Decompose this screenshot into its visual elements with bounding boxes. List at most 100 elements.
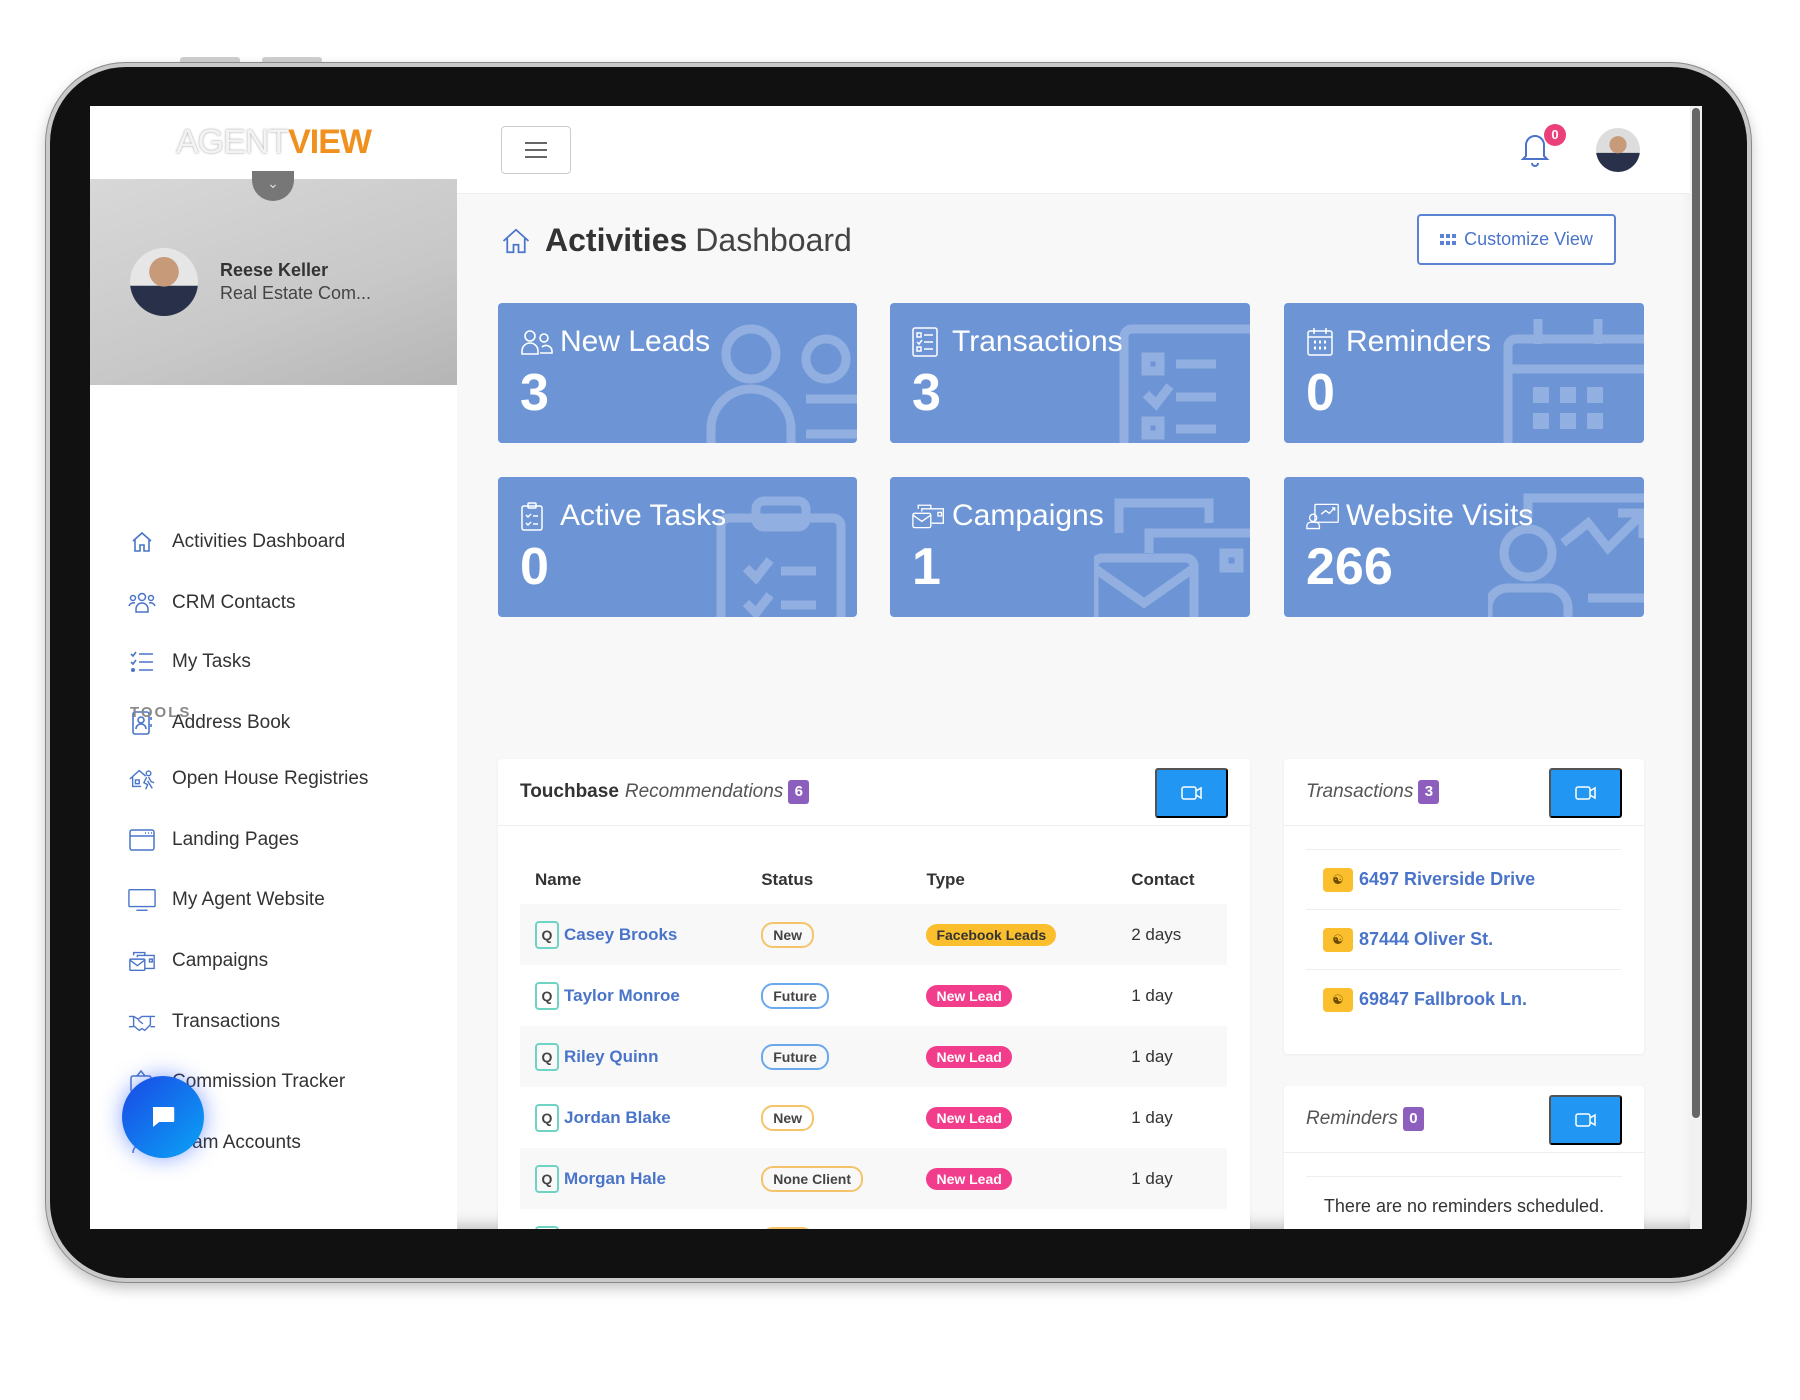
column-header-name[interactable]: Name xyxy=(520,856,746,904)
home-icon xyxy=(502,228,530,253)
users-watermark-icon xyxy=(706,324,857,443)
contact-name-link[interactable]: Morgan Hale xyxy=(564,1169,666,1188)
quick-view-icon[interactable]: Q xyxy=(535,1164,559,1193)
quick-view-icon[interactable]: Q xyxy=(535,1042,559,1071)
table-row[interactable]: Q Morgan Hale None Client New Lead 1 day xyxy=(520,1148,1227,1209)
quick-view-icon[interactable]: Q xyxy=(535,1225,559,1229)
avatar[interactable] xyxy=(130,248,198,316)
sidebar-item-my-agent-website[interactable]: My Agent Website xyxy=(128,885,325,915)
column-header-contact[interactable]: Contact xyxy=(1116,856,1227,904)
stat-card-active-tasks[interactable]: Active Tasks 0 xyxy=(498,477,857,617)
table-row[interactable]: Q Riley Quinn Future New Lead 1 day xyxy=(520,1026,1227,1087)
user-avatar[interactable] xyxy=(1596,128,1640,172)
transaction-link[interactable]: 87444 Oliver St. xyxy=(1359,929,1493,950)
status-badge: None Client xyxy=(761,1165,863,1192)
tools-heading: TOOLS xyxy=(130,704,192,721)
contact-name-link[interactable]: Jordan Blake xyxy=(564,1108,671,1127)
column-header-status[interactable]: Status xyxy=(746,856,911,904)
cell-contact: 5 days xyxy=(1116,1209,1227,1229)
sidebar-item-label: My Tasks xyxy=(172,651,251,672)
transaction-item[interactable]: ☯ 69847 Fallbrook Ln. xyxy=(1306,969,1621,1029)
status-badge: New xyxy=(761,921,815,948)
video-camera-icon xyxy=(1574,786,1596,800)
contact-name-link[interactable]: Riley Quinn xyxy=(564,1047,658,1066)
page-title-rest: Dashboard xyxy=(695,222,852,258)
cell-status: New xyxy=(746,904,912,965)
cell-status: None Client xyxy=(746,1148,912,1209)
contact-name-link[interactable]: Casey Brooks xyxy=(564,925,677,944)
handshake-icon: ☯ xyxy=(1323,987,1353,1012)
stat-card-new-leads[interactable]: New Leads 3 xyxy=(498,303,857,443)
chevron-down-icon[interactable]: ⌄ xyxy=(252,171,294,201)
logo-text: AGENT xyxy=(175,123,289,161)
sidebar-item-campaigns[interactable]: Campaigns xyxy=(128,946,268,976)
type-badge: Facebook Leads xyxy=(926,923,1057,946)
handshake-icon: ☯ xyxy=(1323,867,1353,892)
reminders-panel: Reminders 0 There are no reminders schedu… xyxy=(1284,1086,1644,1229)
stat-card-reminders[interactable]: Reminders 0 xyxy=(1284,303,1644,443)
stat-label: Campaigns xyxy=(952,499,1104,532)
video-camera-icon xyxy=(1180,786,1202,800)
cell-contact: 2 days xyxy=(1116,904,1227,965)
stat-value: 3 xyxy=(520,364,549,422)
cell-type: Buyer xyxy=(911,1209,1116,1229)
table-row[interactable]: Q Casey Brooks New Facebook Leads 2 days xyxy=(520,904,1227,965)
transactions-video-button[interactable] xyxy=(1549,768,1622,818)
app-logo[interactable]: AGENT VIEW xyxy=(90,106,457,179)
status-badge: Future xyxy=(761,1043,829,1070)
quick-view-icon[interactable]: Q xyxy=(535,920,559,949)
quick-view-icon[interactable]: Q xyxy=(535,1103,559,1132)
monitor-icon xyxy=(128,888,156,912)
open-house-icon xyxy=(128,767,156,791)
reminders-video-button[interactable] xyxy=(1549,1095,1622,1145)
transaction-item[interactable]: ☯ 6497 Riverside Drive xyxy=(1306,849,1621,909)
table-row[interactable]: Q Jordan Blake New New Lead 1 day xyxy=(520,1087,1227,1148)
cell-type: New Lead xyxy=(911,965,1116,1026)
stat-card-website-visits[interactable]: Website Visits 266 xyxy=(1284,477,1644,617)
customize-view-button[interactable]: Customize View xyxy=(1417,214,1616,265)
stat-value: 266 xyxy=(1306,538,1393,596)
scrollbar-thumb[interactable] xyxy=(1692,108,1700,1118)
table-row[interactable]: Q Taylor Monroe Future New Lead 1 day xyxy=(520,965,1227,1026)
sidebar-item-activities-dashboard[interactable]: Activities Dashboard xyxy=(128,527,345,557)
sidebar-item-open-house-registries[interactable]: Open House Registries xyxy=(128,764,368,794)
browser-window-icon xyxy=(128,828,156,852)
checklist-icon xyxy=(128,650,156,674)
table-row[interactable]: QAlex Winters New Buyer 5 days xyxy=(520,1209,1227,1229)
chat-launcher-button[interactable] xyxy=(122,1076,204,1158)
notification-count-badge: 0 xyxy=(1544,124,1566,146)
contact-name-link[interactable]: Taylor Monroe xyxy=(564,986,680,1005)
stat-card-campaigns[interactable]: Campaigns 1 xyxy=(890,477,1250,617)
grid-icon xyxy=(1440,233,1457,245)
status-badge: Future xyxy=(761,982,829,1009)
touchbase-header: Touchbase Recommendations 6 xyxy=(498,759,1250,826)
column-header-type[interactable]: Type xyxy=(911,856,1116,904)
handshake-icon xyxy=(128,1010,156,1034)
sidebar-item-crm-contacts[interactable]: CRM Contacts xyxy=(128,588,296,618)
sidebar-item-landing-pages[interactable]: Landing Pages xyxy=(128,825,299,855)
cell-name: Q Taylor Monroe xyxy=(520,965,746,1026)
sidebar-item-transactions[interactable]: Transactions xyxy=(128,1007,280,1037)
sidebar-item-my-tasks[interactable]: My Tasks xyxy=(128,647,251,677)
stat-card-transactions[interactable]: Transactions 3 xyxy=(890,303,1250,443)
users-icon xyxy=(128,591,156,615)
profile-role: Real Estate Com... xyxy=(220,283,372,303)
cell-name: QAlex Winters xyxy=(520,1209,746,1229)
sidebar-item-label: Commission Tracker xyxy=(172,1071,346,1092)
touchbase-subtitle: Recommendations xyxy=(624,781,784,802)
stat-value: 1 xyxy=(912,538,941,596)
quick-view-icon[interactable]: Q xyxy=(535,981,559,1010)
page-scrollbar[interactable] xyxy=(1690,106,1702,1229)
transaction-item[interactable]: ☯ 87444 Oliver St. xyxy=(1306,909,1621,969)
cell-contact: 1 day xyxy=(1116,1148,1227,1209)
touchbase-video-button[interactable] xyxy=(1155,768,1228,818)
touchbase-table: Name Status Type Contact Q Casey Brooks Ne… xyxy=(520,856,1227,1229)
touchbase-title: Touchbase xyxy=(520,781,619,802)
menu-toggle-button[interactable] xyxy=(501,126,571,174)
logo-accent-text: VIEW xyxy=(288,123,372,161)
transaction-link[interactable]: 6497 Riverside Drive xyxy=(1359,869,1535,890)
touchbase-count-badge: 6 xyxy=(788,780,810,804)
sidebar-item-label: Open House Registries xyxy=(172,768,369,789)
cell-type: New Lead xyxy=(911,1087,1116,1148)
transaction-link[interactable]: 69847 Fallbrook Ln. xyxy=(1359,989,1527,1010)
